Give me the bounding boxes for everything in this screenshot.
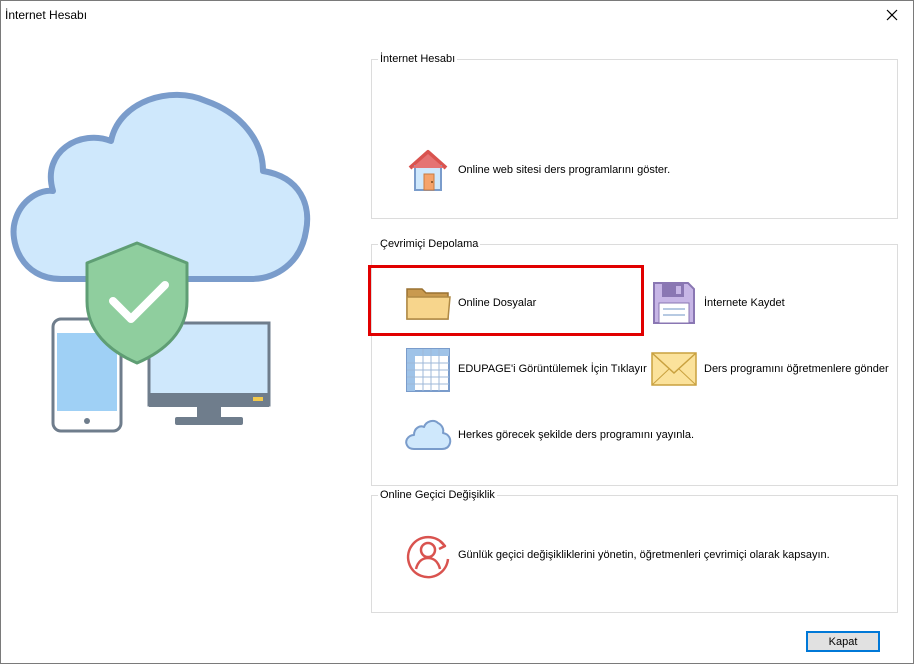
person-sync-icon (406, 535, 450, 579)
window-title: İnternet Hesabı (5, 8, 88, 22)
cloud-icon (405, 419, 452, 450)
group-label-online-storage: Çevrimiçi Depolama (378, 238, 481, 250)
show-online-website-label: Online web sitesi ders programlarını gös… (458, 164, 671, 176)
folder-icon (406, 288, 451, 320)
send-to-teachers-label: Ders programını öğretmenlere gönder (704, 363, 889, 375)
dialog-window: İnternet Hesabı İnternet Hesabı Online w… (0, 0, 914, 664)
group-internet-account: İnternet Hesabı Online web sitesi ders p… (371, 53, 898, 219)
publish-timetable-action[interactable]: Herkes görecek şekilde ders programını y… (404, 411, 694, 459)
table-grid-icon (406, 348, 450, 392)
group-label-internet-account: İnternet Hesabı (378, 53, 458, 65)
send-to-teachers-action[interactable]: Ders programını öğretmenlere gönder (650, 345, 889, 393)
online-files-label: Online Dosyalar (458, 297, 537, 309)
floppy-disk-icon (653, 282, 695, 324)
envelope-icon (651, 352, 697, 386)
close-button[interactable]: Kapat (806, 631, 880, 652)
view-edupage-label: EDUPAGE'i Görüntülemek İçin Tıklayır (458, 363, 647, 375)
save-to-internet-label: İnternete Kaydet (704, 297, 785, 309)
close-window-button[interactable] (871, 1, 913, 29)
show-online-website-action[interactable]: Online web sitesi ders programlarını gös… (404, 146, 670, 194)
online-files-action[interactable]: Online Dosyalar (404, 279, 536, 327)
title-bar: İnternet Hesabı (1, 1, 913, 29)
view-edupage-action[interactable]: EDUPAGE'i Görüntülemek İçin Tıklayır (404, 345, 647, 393)
group-online-storage: Çevrimiçi Depolama Online Dosyalar İnter… (371, 238, 898, 486)
cloud-security-illustration (10, 91, 311, 433)
close-icon (886, 9, 898, 21)
group-online-substitution: Online Geçici Değişiklik Günlük geçici d… (371, 489, 898, 613)
manage-substitutions-label: Günlük geçici değişikliklerini yönetin, … (458, 549, 830, 561)
manage-substitutions-action[interactable]: Günlük geçici değişikliklerini yönetin, … (404, 531, 830, 579)
publish-timetable-label: Herkes görecek şekilde ders programını y… (458, 429, 694, 441)
house-icon (408, 150, 448, 191)
save-to-internet-action[interactable]: İnternete Kaydet (650, 279, 785, 327)
group-label-online-substitution: Online Geçici Değişiklik (378, 489, 497, 501)
